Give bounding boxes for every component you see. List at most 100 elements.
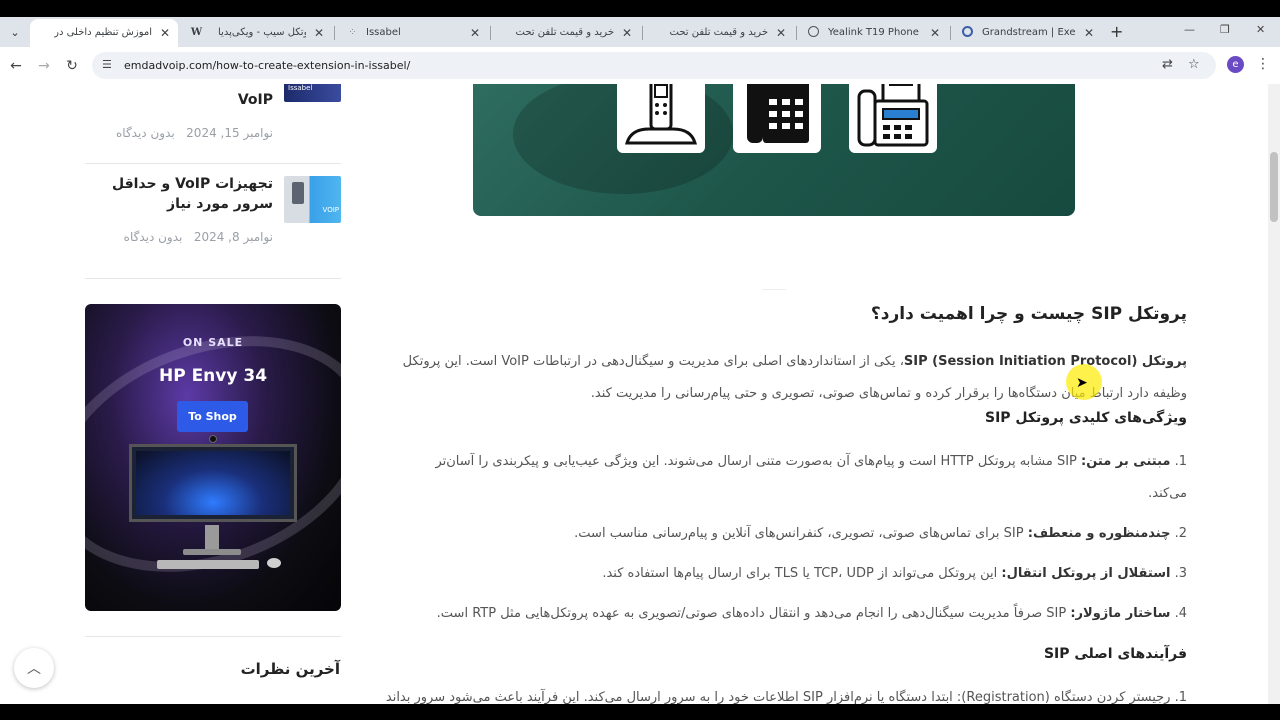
feature-text: 4. ساختار ماژولار: SIP صرفاً مدیریت سیگن… [395, 598, 1187, 630]
kebab-icon[interactable]: ⋮ [1256, 56, 1270, 72]
page-viewport: Issabel VoIP نوامبر 15, 2024 بدون دیدگاه… [0, 84, 1280, 704]
forward-arrow-icon[interactable]: → [34, 56, 54, 76]
post-thumbnail[interactable]: Issabel [284, 84, 341, 102]
tab-active[interactable]: آموزش تنظیم داخلی در ✕ [30, 19, 178, 47]
post-title[interactable]: VoIP [238, 90, 273, 110]
monitor-image [129, 444, 297, 522]
tab-title: Issabel [366, 27, 401, 38]
tab-separator [796, 26, 797, 40]
tab-title: پروتکل سیپ - ویکی‌پدیا [218, 27, 306, 38]
feature-label: استقلال از پروتکل انتقال: [1001, 566, 1171, 581]
tab-title: خرید و قیمت تلفن تحت [669, 27, 769, 38]
tab-wikipedia[interactable]: W پروتکل سیپ - ویکی‌پدیا ✕ [180, 19, 332, 47]
grid-icon: ⁘ [348, 27, 357, 38]
address-bar[interactable]: ☰ emdadvoip.com/how-to-create-extension-… [92, 52, 1216, 79]
avatar[interactable]: e [1227, 56, 1244, 73]
cordless-phone-icon [617, 84, 705, 153]
thumbnail-label: VOIP [322, 206, 339, 214]
tune-icon[interactable]: ☰ [102, 58, 112, 71]
feature-text: 3. استقلال از پروتکل انتقال: این پروتکل … [395, 558, 1187, 590]
post-comments: بدون دیدگاه [116, 126, 175, 140]
post-title[interactable]: تجهیزات VoIP و حداقل سرور مورد نیاز [93, 174, 273, 214]
post-date: نوامبر 8, 2024 [193, 230, 273, 244]
post-date: نوامبر 15, 2024 [186, 126, 273, 140]
article-heading: پروتکل SIP چیست و چرا اهمیت دارد؟ [395, 304, 1187, 324]
feature-label: مبتنی بر متن: [1081, 454, 1171, 469]
tab-separator [334, 26, 335, 40]
monitor-stand [205, 525, 219, 551]
divider [762, 289, 786, 290]
wikipedia-icon: W [190, 27, 203, 38]
close-icon[interactable]: ✕ [314, 26, 324, 40]
feature-body: SIP مشابه پروتکل HTTP است و پیام‌های آن … [435, 454, 1187, 501]
feature-item: 2. چندمنظوره و منعطف: SIP برای تماس‌های … [395, 518, 1187, 550]
minimize-icon[interactable]: — [1184, 23, 1195, 36]
grandstream-icon [962, 26, 973, 37]
sidebar-post[interactable]: Issabel VoIP نوامبر 15, 2024 بدون دیدگاه [85, 84, 341, 144]
tab-title: آموزش تنظیم داخلی در [54, 27, 152, 38]
ad-banner[interactable]: ON SALE HP Envy 34 To Shop [85, 304, 341, 611]
partial-paragraph: 1. رجیستر کردن دستگاه (Registration): اب… [365, 682, 1187, 704]
tab-issabel[interactable]: ⁘ Issabel ✕ [336, 19, 488, 47]
divider [85, 636, 341, 637]
tab-title: خرید و قیمت تلفن تحت [515, 27, 615, 38]
feature-number: 2. [1174, 526, 1187, 541]
chevron-down-icon[interactable]: ⌄ [4, 21, 26, 43]
processes-heading-wrap: فرآیندهای اصلی SIP [395, 646, 1187, 662]
desk-phone-icon [733, 84, 821, 153]
feature-item: 1. مبتنی بر متن: SIP مشابه پروتکل HTTP ا… [395, 446, 1187, 510]
close-icon[interactable]: ✕ [470, 26, 480, 40]
features-heading-wrap: ویژگی‌های کلیدی پروتکل SIP [395, 410, 1187, 426]
feature-label: ساختار ماژولار: [1070, 606, 1171, 621]
feature-item: 4. ساختار ماژولار: SIP صرفاً مدیریت سیگن… [395, 598, 1187, 630]
article-hero-image [473, 84, 1075, 216]
tab-separator [950, 26, 951, 40]
partial-line: 1. رجیستر کردن دستگاه (Registration): اب… [385, 690, 1187, 704]
url-text[interactable]: emdadvoip.com/how-to-create-extension-in… [124, 59, 410, 72]
close-icon[interactable]: ✕ [776, 26, 786, 40]
shop-button[interactable]: To Shop [177, 401, 248, 432]
keyboard-image [157, 560, 259, 569]
feature-body: SIP صرفاً مدیریت سیگنال‌دهی را انجام می‌… [436, 606, 1071, 621]
tab-title: Yealink T19 Phone [828, 27, 919, 38]
tab-phone-2[interactable]: خرید و قیمت تلفن تحت ✕ [644, 19, 794, 47]
tab-grandstream[interactable]: Grandstream | Executi ✕ [952, 19, 1102, 47]
feature-text: 2. چندمنظوره و منعطف: SIP برای تماس‌های … [395, 518, 1187, 550]
monitor-base [183, 549, 241, 555]
back-arrow-icon[interactable]: ← [6, 56, 26, 76]
processes-heading: فرآیندهای اصلی SIP [1043, 646, 1187, 662]
close-icon[interactable]: ✕ [1084, 26, 1094, 40]
restore-icon[interactable]: ❐ [1220, 23, 1230, 36]
chevron-up-icon[interactable]: ︿ [14, 648, 54, 688]
feature-body: این پروتکل می‌تواند از TCP، UDP یا TLS ب… [602, 566, 1002, 581]
globe-icon [808, 26, 819, 37]
browser-chrome: ⌄ آموزش تنظیم داخلی در ✕ W پروتکل سیپ - … [0, 17, 1280, 84]
product-name: HP Envy 34 [158, 366, 268, 386]
post-thumbnail[interactable]: VOIP [284, 176, 341, 223]
cursor-icon: ➤ [1076, 375, 1088, 391]
close-icon[interactable]: ✕ [930, 26, 940, 40]
monitor-screen [136, 451, 290, 515]
divider [85, 163, 341, 164]
feature-text: 1. مبتنی بر متن: SIP مشابه پروتکل HTTP ا… [395, 446, 1187, 510]
star-icon[interactable]: ☆ [1188, 57, 1200, 72]
new-tab-icon[interactable]: + [1110, 22, 1123, 41]
close-icon[interactable]: ✕ [622, 26, 632, 40]
features-heading: ویژگی‌های کلیدی پروتکل SIP [984, 410, 1187, 426]
recent-comments-title: آخرین نظرات [240, 660, 340, 678]
scrollbar[interactable] [1268, 84, 1280, 704]
translate-icon[interactable]: ⇄ [1162, 57, 1173, 72]
post-comments: بدون دیدگاه [123, 230, 183, 244]
reload-icon[interactable]: ↻ [62, 56, 82, 76]
tab-phone-1[interactable]: خرید و قیمت تلفن تحت ✕ [492, 19, 640, 47]
tab-strip: ⌄ آموزش تنظیم داخلی در ✕ W پروتکل سیپ - … [0, 17, 1280, 47]
tab-yealink[interactable]: Yealink T19 Phone ✕ [798, 19, 948, 47]
scrollbar-thumb[interactable] [1270, 152, 1278, 222]
feature-number: 1. [1174, 454, 1187, 469]
close-icon[interactable]: ✕ [160, 26, 170, 40]
sidebar-post[interactable]: VOIP تجهیزات VoIP و حداقل سرور مورد نیاز… [85, 174, 341, 254]
post-meta: نوامبر 8, 2024 بدون دیدگاه [124, 230, 273, 244]
sale-badge: ON SALE [182, 336, 244, 349]
feature-body: SIP برای تماس‌های صوتی، تصویری، کنفرانس‌… [574, 526, 1028, 541]
window-close-icon[interactable]: ✕ [1256, 23, 1265, 36]
